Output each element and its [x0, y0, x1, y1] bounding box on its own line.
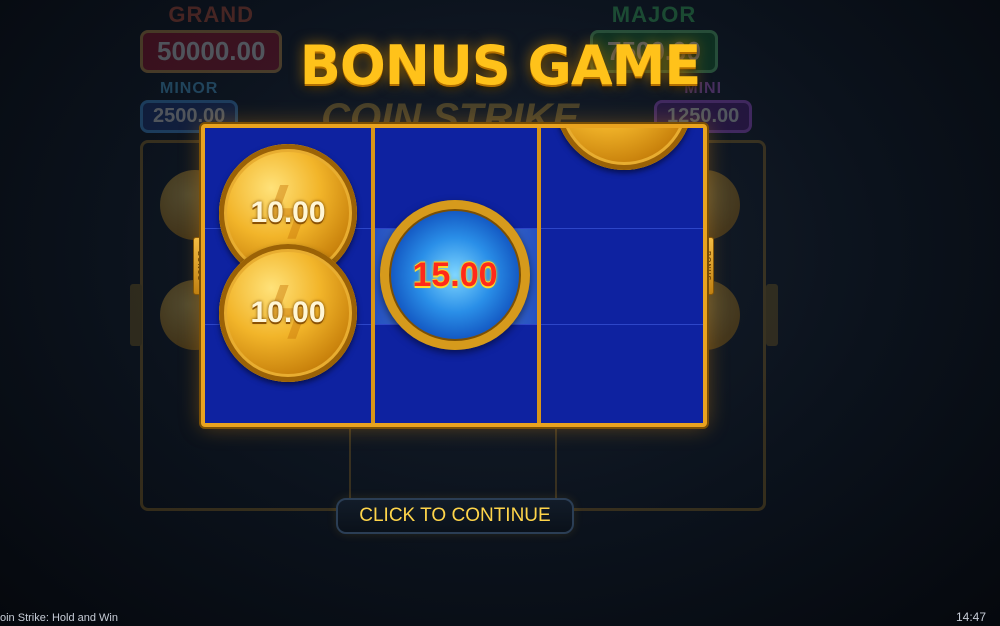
jackpot-grand-label: GRAND [168, 2, 255, 27]
bonus-reel-panel: ϟ 10.00 ϟ 10.00 15.00 [201, 124, 707, 427]
background-side-tab [130, 284, 142, 346]
background-side-tab [766, 284, 778, 346]
coin-value: 10.00 [250, 196, 326, 229]
gold-coin: ϟ 10.00 [219, 244, 357, 382]
reel-2: 15.00 [375, 128, 537, 423]
lightning-coin: 15.00 [380, 200, 530, 350]
gold-coin-partial [555, 128, 693, 170]
jackpot-major-label: MAJOR [611, 2, 697, 27]
coin-value: 10.00 [250, 296, 326, 329]
reel-1: ϟ 10.00 ϟ 10.00 [205, 128, 371, 423]
click-to-continue-button[interactable]: CLICK TO CONTINUE [336, 498, 574, 534]
game-name-label: oin Strike: Hold and Win [0, 612, 118, 624]
coin-value: 15.00 [412, 255, 498, 294]
bonus-game-title: BONUS GAME [299, 34, 702, 97]
clock-time: 14:47 [955, 610, 986, 624]
reel-3 [541, 128, 703, 423]
